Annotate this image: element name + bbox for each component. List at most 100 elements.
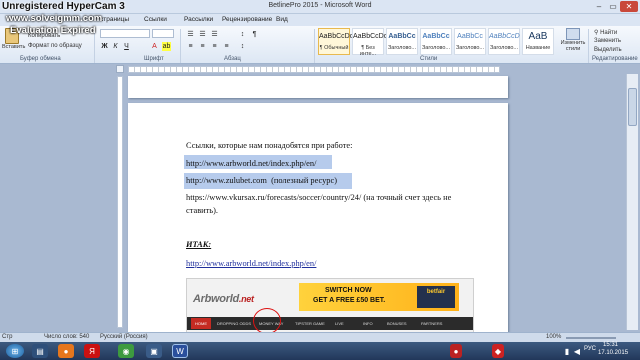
styles-group-label: Стили — [420, 56, 438, 62]
app-icon[interactable]: ▣ — [146, 344, 162, 358]
ribbon: Вставить Копировать Формат по образцу Бу… — [0, 26, 640, 64]
underline-button[interactable]: Ч — [122, 42, 131, 51]
firefox-icon[interactable]: ● — [58, 344, 74, 358]
minimize-button[interactable]: – — [592, 1, 606, 12]
style-no-spacing[interactable]: AaBbCcDc ¶ Без инте... — [352, 28, 387, 57]
site-navbar: HOME DROPPING ODDS MONEY WAY TIPSTER GAM… — [187, 317, 473, 330]
status-bar: Стр Число слов: 540 Русский (Россия) 100… — [0, 332, 640, 342]
style-title[interactable]: AaB Название — [522, 28, 554, 55]
site-nav-partners: PARTNERS — [421, 321, 443, 326]
language-indicator[interactable]: РУС — [584, 346, 596, 352]
tab-view[interactable]: Вид — [272, 15, 292, 24]
tab-references[interactable]: Ссылки — [140, 15, 171, 24]
network-icon[interactable]: ▮ — [562, 344, 572, 358]
clipboard-group-label: Буфер обмена — [20, 56, 61, 62]
site-nav-info: INFO — [363, 321, 373, 326]
recording-icon[interactable]: ● — [450, 344, 462, 358]
bold-button[interactable]: Ж — [100, 42, 109, 51]
align-right-icon[interactable]: ≡ — [210, 42, 219, 51]
select-button[interactable]: Выделить — [594, 47, 622, 53]
italic-button[interactable]: К — [111, 42, 120, 51]
font-name-box[interactable] — [100, 29, 150, 38]
find-button[interactable]: ⚲ Найти — [594, 29, 617, 36]
explorer-icon[interactable]: ▤ — [32, 344, 48, 358]
maximize-button[interactable]: ▭ — [606, 1, 620, 12]
tab-mailings[interactable]: Рассылки — [180, 15, 217, 24]
zoom-slider[interactable] — [566, 337, 616, 339]
link-arbworld[interactable]: http://www.arbworld.net/index.php/en/ — [186, 159, 316, 168]
watermark-line-3: Evaluation Expired — [10, 25, 96, 36]
close-button[interactable]: ✕ — [620, 1, 638, 12]
format-painter-button[interactable]: Формат по образцу — [28, 43, 82, 49]
site-nav-live: LIVE — [335, 321, 344, 326]
vertical-ruler[interactable] — [117, 76, 123, 328]
style-heading-3[interactable]: AaBbCc Заголово... — [454, 28, 486, 55]
intro-text: Ссылки, которые нам понадобятся при рабо… — [186, 141, 353, 150]
site-banner: SWITCH NOW GET A FREE £50 BET. betfair — [299, 283, 459, 311]
paragraph-group-label: Абзац — [224, 56, 241, 62]
line-spacing-icon[interactable]: ↕ — [238, 42, 247, 51]
show-marks-icon[interactable]: ¶ — [250, 30, 259, 39]
tab-selector[interactable] — [116, 65, 124, 73]
link-vkursax[interactable]: https://www.vkursax.ru/forecasts/soccer/… — [186, 193, 451, 202]
horizontal-ruler[interactable] — [128, 66, 500, 73]
align-center-icon[interactable]: ≡ — [198, 42, 207, 51]
font-group-label: Шрифт — [144, 56, 164, 62]
link-vkursax-continued: ставить). — [186, 206, 218, 215]
group-separator — [180, 29, 181, 63]
taskbar: ⊞ ▤ ● Я ◉ ▣ W ● ◆ ▮ ◀ РУС 15:31 17.10.20… — [0, 342, 640, 360]
status-page[interactable]: Стр — [2, 334, 12, 340]
justify-icon[interactable]: ≡ — [222, 42, 231, 51]
yandex-icon[interactable]: Я — [84, 344, 100, 358]
numbering-icon[interactable]: ☰ — [198, 30, 207, 39]
site-nav-tipster-game: TIPSTER GAME — [295, 321, 325, 326]
banner-line-2: GET A FREE £50 BET. — [313, 297, 386, 304]
status-word-count[interactable]: Число слов: 540 — [44, 334, 89, 340]
site-nav-home: HOME — [191, 318, 211, 329]
start-icon[interactable]: ⊞ — [6, 344, 24, 358]
highlight-button[interactable]: ab — [162, 42, 171, 51]
status-language[interactable]: Русский (Россия) — [100, 334, 148, 340]
document-page[interactable]: Ссылки, которые нам понадобятся при рабо… — [128, 103, 508, 334]
site-nav-bonuses: BONUSES — [387, 321, 407, 326]
align-left-icon[interactable]: ≡ — [186, 42, 195, 51]
ruler-ticks — [129, 67, 499, 72]
scrollbar-thumb[interactable] — [628, 88, 637, 126]
previous-page — [128, 76, 508, 98]
antivirus-icon[interactable]: ◆ — [492, 344, 504, 358]
group-separator — [314, 29, 315, 63]
chrome-icon[interactable]: ◉ — [118, 344, 134, 358]
volume-icon[interactable]: ◀ — [572, 344, 582, 358]
editing-group-label: Редактирование — [592, 56, 638, 62]
style-heading-4[interactable]: AaBbCcD Заголово... — [488, 28, 520, 55]
site-logo: Arbworld.net — [193, 293, 254, 305]
font-color-button[interactable]: A — [150, 42, 159, 51]
link-zulubet[interactable]: http://www.zulubet.com (полезный ресурс) — [186, 176, 337, 185]
sort-icon[interactable]: ↕ — [238, 30, 247, 39]
group-separator — [588, 29, 589, 63]
multilevel-list-icon[interactable]: ☰ — [210, 30, 219, 39]
clock-date[interactable]: 17.10.2015 — [598, 350, 628, 356]
change-styles-button[interactable]: Изменить стили — [560, 28, 586, 52]
clock-time[interactable]: 15:31 — [603, 342, 618, 348]
vertical-scrollbar[interactable] — [626, 74, 638, 330]
site-nav-dropping-odds: DROPPING ODDS — [217, 321, 252, 326]
status-zoom[interactable]: 100% — [546, 334, 561, 340]
style-heading-2[interactable]: AaBbCc Заголово... — [420, 28, 452, 55]
bullets-icon[interactable]: ☰ — [186, 30, 195, 39]
style-heading-1[interactable]: AaBbCc Заголово... — [386, 28, 418, 55]
section-heading: ИТАК: — [186, 240, 212, 249]
betfair-logo: betfair — [417, 286, 455, 308]
style-normal[interactable]: AaBbCcDc ¶ Обычный — [318, 28, 353, 55]
replace-button[interactable]: Заменить — [594, 38, 621, 44]
link-arbworld-2[interactable]: http://www.arbworld.net/index.php/en/ — [186, 259, 316, 268]
annotation-circle — [253, 308, 281, 333]
word-icon[interactable]: W — [172, 344, 188, 358]
font-size-box[interactable] — [152, 29, 174, 38]
window-controls: – ▭ ✕ — [592, 1, 638, 12]
tab-review[interactable]: Рецензирование — [218, 15, 276, 24]
watermark-line-2: www.solveigmm.com — [6, 13, 103, 24]
embedded-site-screenshot: Arbworld.net SWITCH NOW GET A FREE £50 B… — [186, 278, 474, 334]
styles-icon — [566, 28, 580, 40]
zulubet-note: (полезный ресурс) — [271, 176, 338, 185]
